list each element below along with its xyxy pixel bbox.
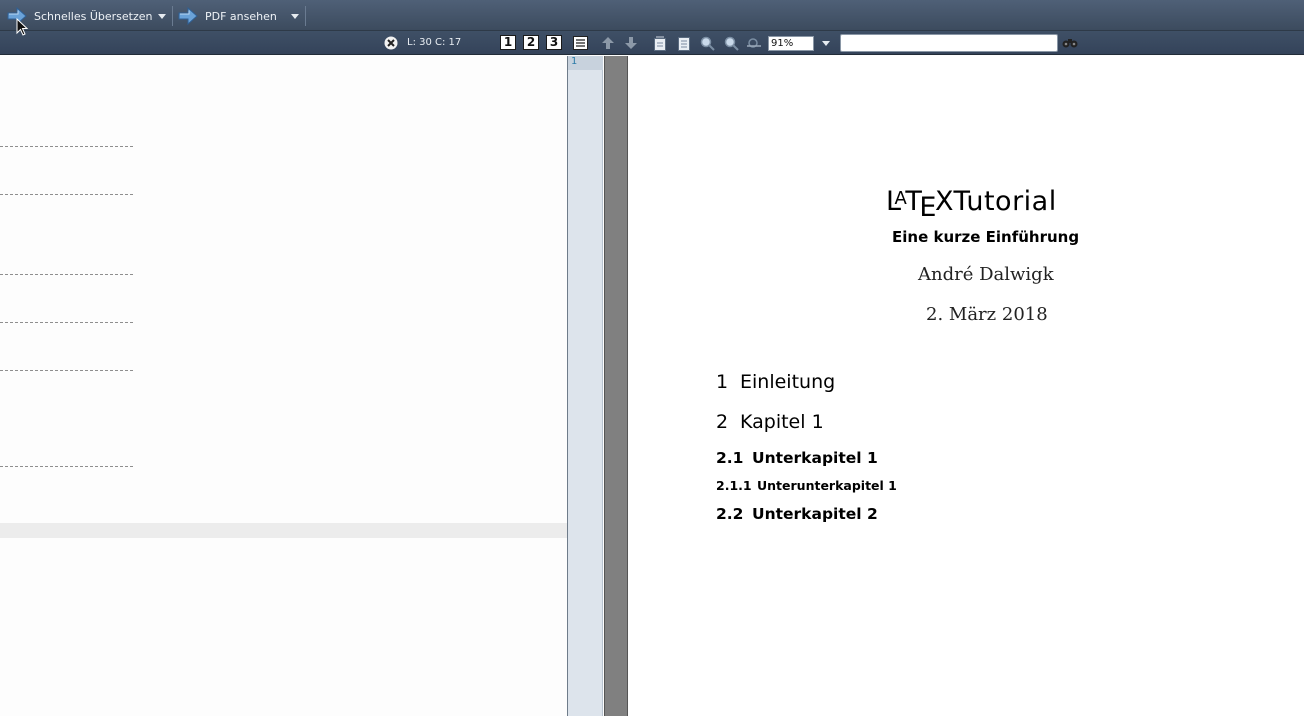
document-title: LATEXTutorial <box>886 186 1057 223</box>
pdf-page-gutter <box>568 56 603 716</box>
editor-separator-line <box>0 322 133 323</box>
section-number: 2.2 <box>716 505 744 523</box>
section-title: Einleitung <box>740 371 836 393</box>
section-title: Kapitel 1 <box>740 411 824 433</box>
toolbar-separator <box>172 6 173 26</box>
quick-build-label: Schnelles Übersetzen <box>34 9 153 23</box>
texstudio-window: Schnelles Übersetzen PDF ansehen L: 30 C… <box>0 0 1304 716</box>
zoom-in-icon[interactable] <box>699 35 715 51</box>
section-heading: 2 Kapitel 1 <box>716 411 824 433</box>
arrow-down-icon[interactable] <box>623 35 639 51</box>
section-title: Unterkapitel 2 <box>752 505 878 523</box>
close-icon[interactable] <box>383 35 399 51</box>
section-heading: 1 Einleitung <box>716 371 835 393</box>
editor-separator-line <box>0 274 133 275</box>
section-title: Unterkapitel 1 <box>752 449 878 467</box>
view-pdf-dropdown[interactable] <box>291 4 299 28</box>
quick-build-dropdown[interactable] <box>158 4 166 28</box>
mouse-cursor-icon <box>16 17 29 36</box>
arrow-right-icon <box>177 6 199 26</box>
section-number: 2.1 <box>716 449 744 467</box>
subsection-heading: 2.1 Unterkapitel 1 <box>716 449 878 467</box>
section-title: Unterunterkapitel 1 <box>757 478 897 493</box>
editor-separator-line <box>0 466 133 467</box>
zoom-dropdown[interactable] <box>818 35 834 51</box>
section-number: 2 <box>716 411 729 433</box>
view-pdf-label: PDF ansehen <box>205 9 277 23</box>
binoculars-icon[interactable] <box>1062 35 1078 51</box>
section-number: 2.1.1 <box>716 478 752 493</box>
chevron-down-icon <box>291 13 299 19</box>
latex-logo: LATEX <box>886 186 954 223</box>
document-title-text: Tutorial <box>953 186 1057 217</box>
list-icon[interactable] <box>572 35 588 51</box>
section-number: 1 <box>716 371 729 393</box>
editor-separator-line <box>0 146 133 147</box>
pdf-search-input[interactable] <box>840 34 1058 52</box>
document-subtitle: Eine kurze Einführung <box>892 228 1080 246</box>
magnifier-icon[interactable] <box>746 35 762 51</box>
gutter-page-number: 1 <box>571 56 578 67</box>
view-button-1[interactable]: 1 <box>500 35 516 50</box>
arrow-up-icon[interactable] <box>600 35 616 51</box>
current-line-highlight <box>0 523 567 538</box>
subsection-heading: 2.2 Unterkapitel 2 <box>716 505 878 523</box>
document-date: 2. März 2018 <box>926 304 1048 325</box>
page-icon[interactable] <box>652 35 668 51</box>
subsubsection-heading: 2.1.1 Unterunterkapitel 1 <box>716 478 897 493</box>
zoom-input[interactable]: 91% <box>768 36 814 51</box>
view-pdf-button[interactable]: PDF ansehen <box>177 4 277 28</box>
view-button-2[interactable]: 2 <box>523 35 539 50</box>
main-toolbar: Schnelles Übersetzen PDF ansehen <box>0 0 1304 31</box>
view-button-3[interactable]: 3 <box>546 35 562 50</box>
document-author: André Dalwigk <box>918 264 1054 285</box>
zoom-out-icon[interactable] <box>723 35 739 51</box>
editor-separator-line <box>0 194 133 195</box>
toolbar-separator <box>305 6 306 26</box>
page-icon[interactable] <box>676 35 692 51</box>
chevron-down-icon <box>822 40 830 46</box>
pdf-page-margin <box>604 56 628 716</box>
chevron-down-icon <box>158 13 166 19</box>
cursor-position: L: 30 C: 17 <box>407 37 462 48</box>
editor-separator-line <box>0 370 133 371</box>
secondary-toolbar: L: 30 C: 17 1 2 3 <box>0 31 1304 55</box>
editor-pane[interactable] <box>0 56 567 716</box>
